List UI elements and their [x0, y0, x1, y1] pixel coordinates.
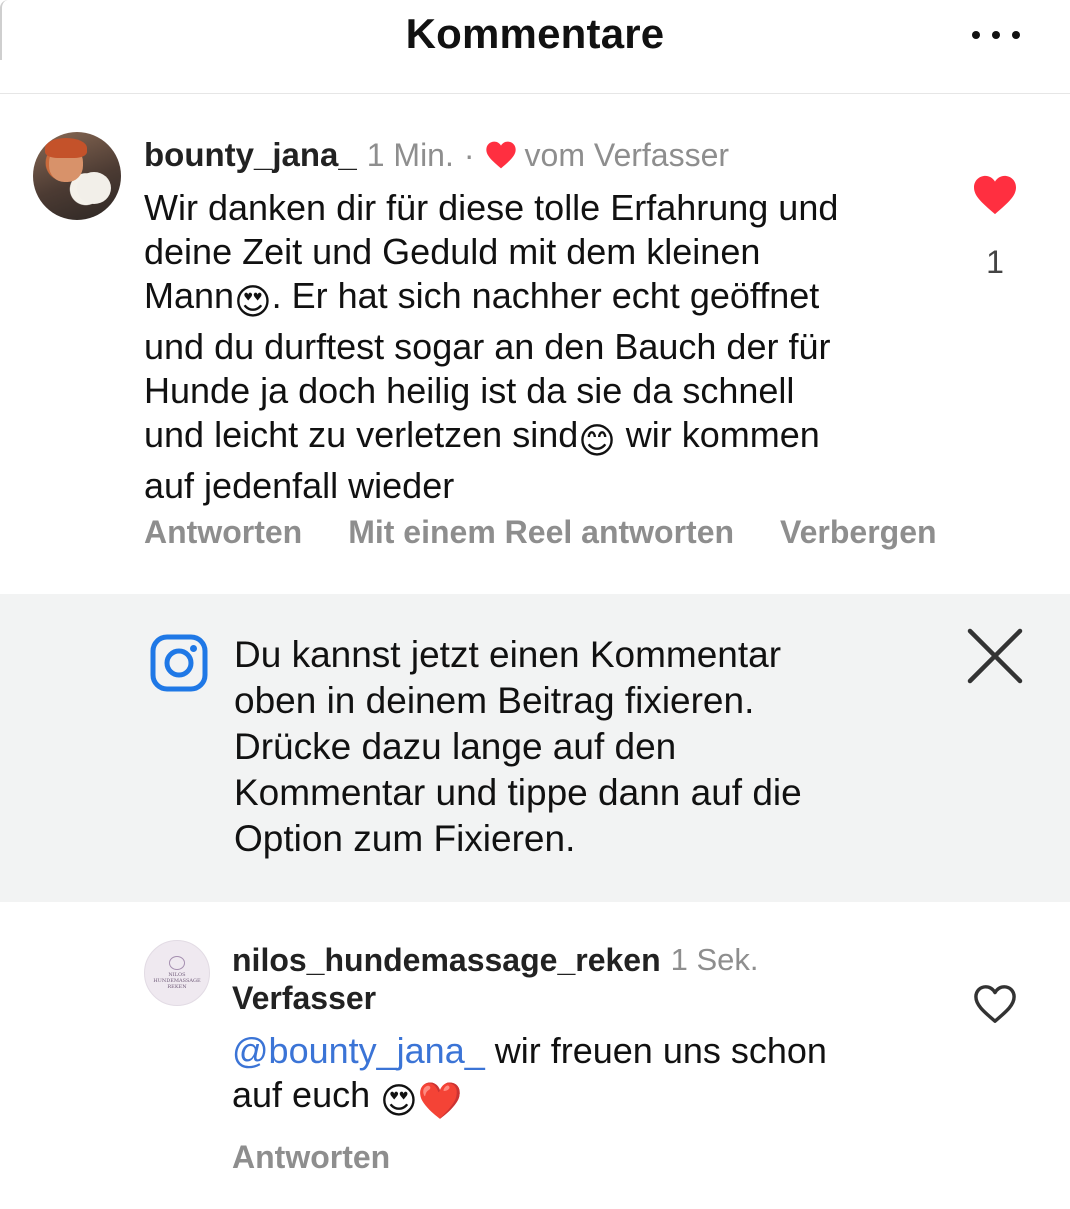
heart-eyes-emoji: 😍 — [234, 282, 272, 323]
comment-text-line: und du durftest sogar an den Bauch der f… — [144, 326, 831, 367]
comment-text-line: auf jedenfall wieder — [144, 465, 455, 506]
comment-text-line: deine Zeit und Geduld mit dem kleinen — [144, 231, 761, 272]
avatar-hair — [45, 138, 87, 158]
hide-button[interactable]: Verbergen — [780, 514, 937, 551]
banner-text: Du kannst jetzt einen Kommentar oben in … — [234, 632, 924, 862]
comment-meta: bounty_jana_ 1 Min. · vom Verfasser — [144, 134, 729, 176]
liked-by-author-label: vom Verfasser — [524, 136, 730, 173]
more-options-button[interactable] — [972, 22, 1020, 48]
author-badge: Verfasser — [232, 980, 377, 1016]
banner-text-line: Du kannst jetzt einen Kommentar — [234, 634, 782, 675]
comment-username[interactable]: bounty_jana_ — [144, 136, 357, 174]
heart-outline-icon — [974, 985, 1016, 1023]
header: Kommentare — [0, 0, 1070, 94]
avatar-logo-text: REKEN — [167, 984, 187, 990]
meta-separator: · — [463, 136, 475, 173]
comment-text-line: wir kommen — [615, 414, 820, 455]
avatar[interactable] — [33, 132, 121, 220]
mention-link[interactable]: @bounty_jana_ — [232, 1030, 485, 1071]
comment-text: @bounty_jana_ wir freuen uns schon auf e… — [232, 1029, 932, 1124]
heart-icon — [485, 141, 516, 169]
comment-text-line: Wir danken dir für diese tolle Erfahrung… — [144, 187, 839, 228]
comment-text-line: wir freuen uns schon — [484, 1030, 827, 1071]
more-horizontal-icon — [972, 31, 980, 39]
like-button[interactable] — [972, 174, 1018, 216]
comment-username[interactable]: nilos_hundemassage_reken — [232, 942, 661, 979]
banner-text-line: oben in deinem Beitrag fixieren. — [234, 680, 755, 721]
comment-actions: Antworten — [232, 1139, 390, 1176]
comment-text-line: Mann — [144, 275, 235, 316]
close-icon[interactable] — [966, 627, 1024, 685]
comment-time: 1 Min. — [366, 136, 454, 173]
banner-text-line: Kommentar und tippe dann auf die — [234, 772, 802, 813]
comment-text: Wir danken dir für diese tolle Erfahrung… — [144, 186, 934, 508]
comment-meta: nilos_hundemassage_reken 1 Sek. — [232, 940, 759, 980]
banner-text-line: Drücke dazu lange auf den — [234, 726, 677, 767]
avatar-dog — [77, 172, 111, 204]
comment-time: 1 Sek. — [670, 942, 759, 977]
more-dot — [1012, 31, 1020, 39]
comment-text-line: und leicht zu verletzen sind — [144, 414, 579, 455]
heart-filled-icon — [974, 175, 1016, 215]
comment-text-line: Hunde ja doch heilig ist da sie da schne… — [144, 370, 795, 411]
avatar[interactable]: NILOS HUNDEMASSAGE REKEN — [144, 940, 210, 1006]
paw-logo-icon — [169, 956, 185, 970]
comment-text-line: auf euch — [232, 1074, 381, 1115]
banner-text-line: Option zum Fixieren. — [234, 818, 576, 859]
reply-button[interactable]: Antworten — [144, 514, 302, 551]
more-dot — [992, 31, 1000, 39]
reply-button[interactable]: Antworten — [232, 1139, 390, 1176]
like-count[interactable]: 1 — [980, 244, 1010, 281]
reply-with-reel-button[interactable]: Mit einem Reel antworten — [348, 514, 734, 551]
smiling-emoji: 😊 — [578, 421, 616, 462]
comments-screen: Kommentare bounty_jana_ 1 Min. · vom Ver… — [0, 0, 1070, 1209]
comment-text-line: . Er hat sich nachher echt geöffnet — [271, 275, 820, 316]
heart-eyes-emoji: 😍 — [380, 1081, 418, 1122]
page-title: Kommentare — [405, 10, 665, 57]
instagram-icon — [150, 634, 208, 692]
comment-actions: Antworten Mit einem Reel antworten Verbe… — [144, 514, 983, 551]
like-button[interactable] — [972, 983, 1018, 1025]
red-heart-emoji: ❤️ — [417, 1081, 463, 1122]
